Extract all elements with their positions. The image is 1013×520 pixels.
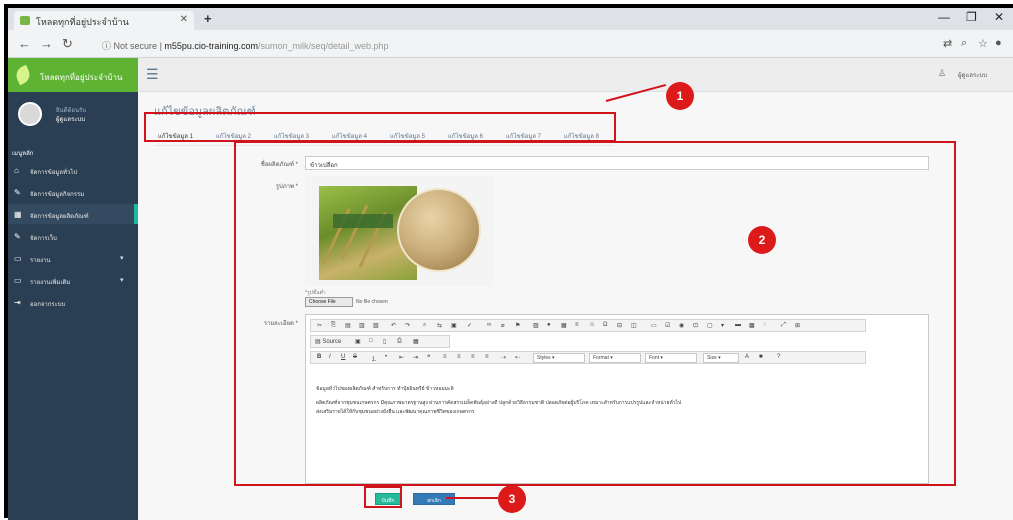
url-path: /sumon_milk/seq/detail_web.php <box>257 41 389 51</box>
maximize-icon[interactable]: ❐ <box>966 10 977 24</box>
sidebar-item-web[interactable]: ✎ จัดการเว็บ <box>8 226 138 246</box>
brand-logo[interactable]: โหลดทุกที่อยู่ประจำบ้าน <box>8 58 138 92</box>
sidebar-item-reports[interactable]: ▭ รายงาน ▾ <box>8 248 138 268</box>
forward-icon[interactable]: → <box>40 36 53 51</box>
logout-icon: ⇥ <box>14 298 21 307</box>
annotation-box-tabs <box>144 112 616 142</box>
sidebar: โหลดทุกที่อยู่ประจำบ้าน ยินดีต้อนรับ ผู้… <box>8 58 138 520</box>
close-tab-icon[interactable]: ✕ <box>180 14 188 25</box>
annotation-marker-3: 3 <box>498 485 526 513</box>
url-host: m55pu.cio-training.com <box>164 41 258 51</box>
annotation-box-form <box>234 141 956 486</box>
tab-title: โหลดทุกที่อยู่ประจำบ้าน <box>36 17 129 27</box>
edit-icon: ✎ <box>14 188 21 197</box>
minimize-icon[interactable]: — <box>938 10 950 24</box>
reload-icon[interactable]: ↻ <box>62 36 73 52</box>
sidebar-item-label: จัดการข้อมูลทั่วไป <box>30 170 78 176</box>
security-label: Not secure <box>113 41 158 51</box>
back-icon[interactable]: ← <box>18 36 31 51</box>
user-icon[interactable]: ♙ <box>938 68 946 79</box>
address-bar: ← → ↻ ⓘ Not secure | m55pu.cio-training.… <box>8 30 1013 58</box>
annotation-box-save <box>364 486 402 508</box>
sidebar-item-activities[interactable]: ✎ จัดการข้อมูลกิจกรรม <box>8 182 138 202</box>
zoom-icon[interactable]: ⌕ <box>961 37 967 50</box>
desktop-icon: ▭ <box>14 254 22 263</box>
browser-tab[interactable]: โหลดทุกที่อยู่ประจำบ้าน ✕ <box>14 11 194 30</box>
user-menu[interactable]: ผู้ดูแลระบบ <box>958 70 987 80</box>
sidebar-item-more-reports[interactable]: ▭ รายงานเพิ่มเติม ▾ <box>8 270 138 290</box>
chevron-down-icon: ▾ <box>120 277 124 284</box>
profile: ยินดีต้อนรับ ผู้ดูแลระบบ <box>18 102 136 142</box>
translate-icon[interactable]: ⇄ <box>943 37 952 50</box>
bookmark-star-icon[interactable]: ☆ <box>978 37 988 50</box>
annotation-marker-2: 2 <box>748 226 776 254</box>
menu-heading: เมนูหลัก <box>12 151 34 157</box>
cancel-button[interactable]: ยกเลิก <box>413 493 455 505</box>
annotation-marker-1: 1 <box>666 82 694 110</box>
sidebar-item-label: จัดการข้อมูลกิจกรรม <box>30 192 85 198</box>
avatar <box>18 102 42 126</box>
brand-title: โหลดทุกที่อยู่ประจำบ้าน <box>40 73 123 82</box>
sidebar-item-label: รายงานเพิ่มเติม <box>30 280 71 286</box>
top-nav: ☰ ♙ ผู้ดูแลระบบ <box>138 58 1013 92</box>
sidebar-item-logout[interactable]: ⇥ ออกจากระบบ <box>8 292 138 312</box>
sidebar-item-label: รายงาน <box>30 258 51 264</box>
home-icon: ⌂ <box>14 166 19 175</box>
info-icon: ⓘ <box>102 41 114 51</box>
favicon-icon <box>20 16 30 25</box>
table-icon: ▦ <box>14 210 22 219</box>
chevron-down-icon: ▾ <box>120 255 124 262</box>
account-icon[interactable]: ● <box>995 37 1002 49</box>
profile-name: ผู้ดูแลระบบ <box>56 117 86 123</box>
leaf-icon <box>13 64 33 86</box>
sidebar-item-label: ออกจากระบบ <box>30 302 66 308</box>
sidebar-item-label: จัดการเว็บ <box>30 236 57 242</box>
new-tab-button[interactable]: + <box>204 11 212 26</box>
sidebar-item-label: จัดการข้อมูลผลิตภัณฑ์ <box>30 214 89 220</box>
url-field[interactable]: ⓘ Not secure | m55pu.cio-training.com/su… <box>98 34 938 54</box>
tab-strip: โหลดทุกที่อยู่ประจำบ้าน ✕ + — ❐ ✕ <box>8 8 1013 30</box>
annotation-line <box>446 497 498 499</box>
close-window-icon[interactable]: ✕ <box>994 10 1004 24</box>
sidebar-item-general[interactable]: ⌂ จัดการข้อมูลทั่วไป <box>8 160 138 180</box>
edit-icon: ✎ <box>14 232 21 241</box>
menu-toggle-icon[interactable]: ☰ <box>146 66 159 83</box>
desktop-icon: ▭ <box>14 276 22 285</box>
sidebar-item-products[interactable]: ▦ จัดการข้อมูลผลิตภัณฑ์ <box>8 204 138 224</box>
